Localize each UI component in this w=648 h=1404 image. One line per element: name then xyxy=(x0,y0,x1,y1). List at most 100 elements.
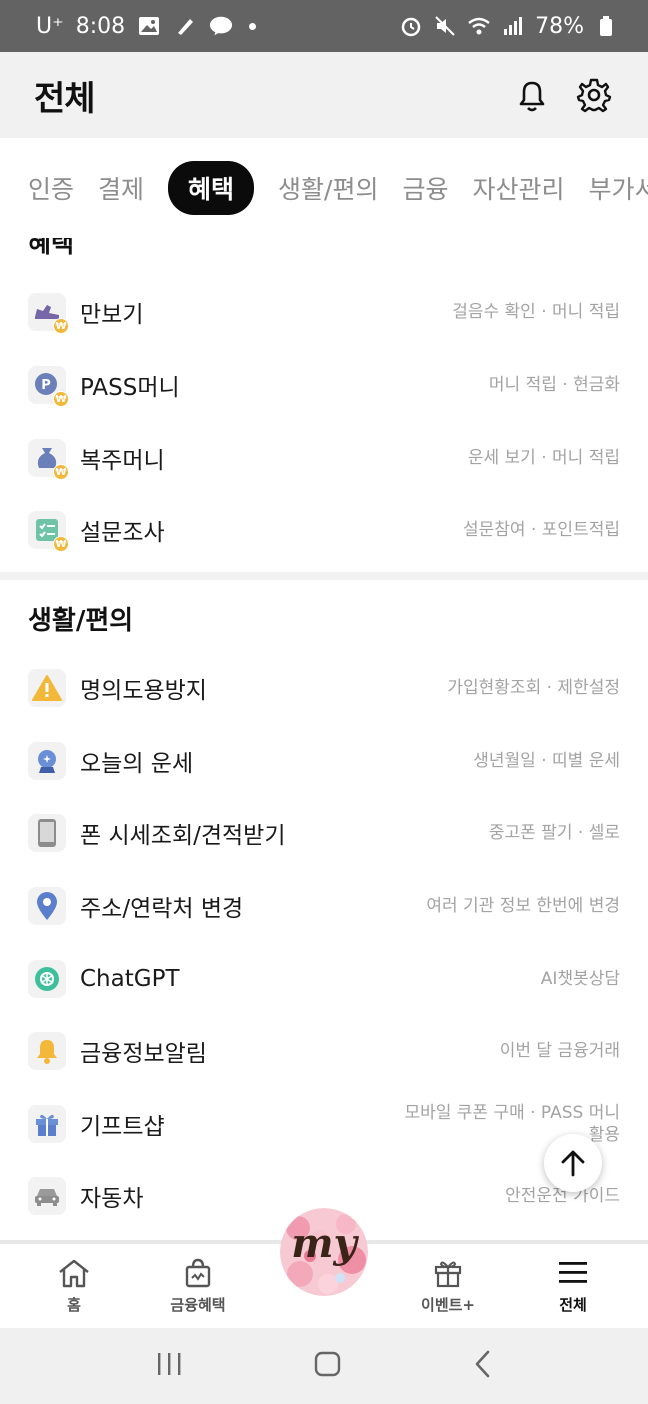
pen-icon xyxy=(173,14,197,38)
list-item-desc: 생년월일 · 띠별 운세 xyxy=(473,751,620,771)
status-bar: U⁺ 8:08 78% xyxy=(0,0,648,52)
wifi-icon xyxy=(467,14,491,38)
nav-home[interactable]: 홈 xyxy=(14,1258,134,1315)
home-system-button[interactable] xyxy=(313,1349,343,1383)
talk-icon xyxy=(209,14,233,38)
scroll-to-top-button[interactable] xyxy=(544,1134,602,1192)
nav-finance-benefit[interactable]: 금융혜택 xyxy=(138,1258,258,1315)
list-item-identity-protection[interactable]: 명의도용방지 가입현황조회 · 제한설정 xyxy=(0,652,648,724)
list-item-name: 폰 시세조회/견적받기 xyxy=(80,823,286,849)
nav-home-label: 홈 xyxy=(67,1296,81,1314)
category-tabs: 인증 결제 혜택 생활/편의 금융 자산관리 부가서 xyxy=(0,138,648,238)
list-item-survey[interactable]: ₩ 설문조사 설문참여 · 포인트적립 xyxy=(0,494,648,566)
coin-badge-icon: ₩ xyxy=(53,536,69,552)
list-item-name: 금융정보알림 xyxy=(80,1041,207,1067)
home-icon xyxy=(59,1259,89,1288)
recent-apps-button[interactable] xyxy=(154,1351,184,1381)
list-item-desc: 가입현황조회 · 제한설정 xyxy=(447,678,620,698)
tab-payment[interactable]: 결제 xyxy=(98,170,144,206)
list-item-pass-money[interactable]: P ₩ PASS머니 머니 적립 · 현금화 xyxy=(0,349,648,421)
back-button[interactable] xyxy=(472,1349,494,1383)
home-square-icon xyxy=(314,1351,341,1377)
list-item-name: 오늘의 운세 xyxy=(80,751,194,777)
chatgpt-icon xyxy=(28,960,66,998)
list-item-name: 기프트샵 xyxy=(80,1114,165,1140)
section-divider xyxy=(0,572,648,580)
app-header: 전체 xyxy=(0,52,648,138)
menu-list: 혜택 ₩ 만보기 걸음수 확인 · 머니 적립 P ₩ PASS머니 머니 적립… xyxy=(0,238,648,1244)
my-button[interactable]: my xyxy=(280,1208,368,1296)
my-button-label: my xyxy=(291,1220,357,1267)
list-item-name: 명의도용방지 xyxy=(80,678,207,704)
gift-icon xyxy=(28,1105,66,1143)
section-title-life: 생활/편의 xyxy=(28,606,134,636)
arrow-up-icon xyxy=(561,1150,585,1177)
battery-icon xyxy=(594,14,618,38)
location-pin-icon xyxy=(28,887,66,925)
survey-icon: ₩ xyxy=(28,511,69,552)
shopping-bag-icon xyxy=(185,1258,211,1288)
tab-benefit[interactable]: 혜택 xyxy=(168,161,255,215)
list-item-name: ChatGPT xyxy=(80,966,180,992)
nav-event-label: 이벤트+ xyxy=(421,1296,475,1314)
mute-icon xyxy=(433,14,457,38)
car-icon xyxy=(28,1177,66,1215)
carrier-label: U⁺ xyxy=(36,13,64,39)
bell-icon xyxy=(28,1032,66,1070)
battery-percent: 78% xyxy=(535,13,584,39)
tab-extra[interactable]: 부가서 xyxy=(589,170,648,206)
page-title: 전체 xyxy=(34,78,96,119)
gallery-icon xyxy=(137,14,161,38)
coin-badge-icon: ₩ xyxy=(53,391,69,407)
nav-all[interactable]: 전체 xyxy=(513,1258,633,1315)
list-item-lucky-bag[interactable]: ₩ 복주머니 운세 보기 · 머니 적립 xyxy=(0,422,648,494)
system-navigation-bar xyxy=(0,1328,648,1404)
section-title-benefit: 혜택 xyxy=(28,238,75,258)
list-item-pedometer[interactable]: ₩ 만보기 걸음수 확인 · 머니 적립 xyxy=(0,276,648,348)
coin-badge-icon: ₩ xyxy=(53,464,69,480)
coin-badge-icon: ₩ xyxy=(53,318,69,334)
list-item-fortune[interactable]: 오늘의 운세 생년월일 · 띠별 운세 xyxy=(0,725,648,797)
nav-all-label: 전체 xyxy=(559,1296,587,1314)
svg-text:P: P xyxy=(41,378,51,393)
gear-icon xyxy=(576,78,612,113)
crystal-ball-icon xyxy=(28,742,66,780)
list-item-name: 주소/연락처 변경 xyxy=(80,896,244,922)
list-item-address-change[interactable]: 주소/연락처 변경 여러 기관 정보 한번에 변경 xyxy=(0,870,648,942)
gift-icon xyxy=(434,1261,462,1288)
list-item-desc: 여러 기관 정보 한번에 변경 xyxy=(426,896,620,916)
list-item-desc: 설문참여 · 포인트적립 xyxy=(463,520,620,540)
list-item-finance-alert[interactable]: 금융정보알림 이번 달 금융거래 xyxy=(0,1015,648,1087)
settings-button[interactable] xyxy=(574,75,614,115)
list-item-chatgpt[interactable]: ChatGPT AI챗봇상담 xyxy=(0,943,648,1015)
list-item-phone-price[interactable]: 폰 시세조회/견적받기 중고폰 팔기 · 셀로 xyxy=(0,797,648,869)
pass-coin-icon: P ₩ xyxy=(28,366,69,407)
back-chevron-icon xyxy=(475,1350,489,1378)
signal-icon xyxy=(501,14,525,38)
tab-life[interactable]: 생활/편의 xyxy=(278,170,378,206)
notification-dot-icon xyxy=(249,22,257,30)
list-item-name: 복주머니 xyxy=(80,448,165,474)
list-item-name: 자동차 xyxy=(80,1186,144,1212)
list-item-name: PASS머니 xyxy=(80,375,180,401)
list-item-desc: AI챗봇상담 xyxy=(540,969,620,989)
list-item-desc: 중고폰 팔기 · 셀로 xyxy=(488,823,620,843)
lucky-bag-icon: ₩ xyxy=(28,439,69,480)
clock: 8:08 xyxy=(75,13,126,39)
notification-button[interactable] xyxy=(512,75,552,115)
desc-line-1: 모바일 쿠폰 구매 · PASS 머니 xyxy=(404,1103,620,1123)
tab-finance[interactable]: 금융 xyxy=(402,170,448,206)
list-item-desc: 머니 적립 · 현금화 xyxy=(488,375,620,395)
warning-icon xyxy=(28,669,66,707)
tab-auth[interactable]: 인증 xyxy=(28,170,74,206)
phone-icon xyxy=(28,814,66,852)
list-item-desc: 이번 달 금융거래 xyxy=(499,1041,620,1061)
tab-asset[interactable]: 자산관리 xyxy=(473,170,565,206)
shoe-icon: ₩ xyxy=(28,293,69,334)
nav-event[interactable]: 이벤트+ xyxy=(388,1258,508,1315)
nav-finance-benefit-label: 금융혜택 xyxy=(170,1296,226,1314)
menu-icon xyxy=(559,1262,587,1283)
bell-icon xyxy=(519,81,545,112)
alarm-icon xyxy=(399,14,423,38)
list-item-name: 만보기 xyxy=(80,302,144,328)
